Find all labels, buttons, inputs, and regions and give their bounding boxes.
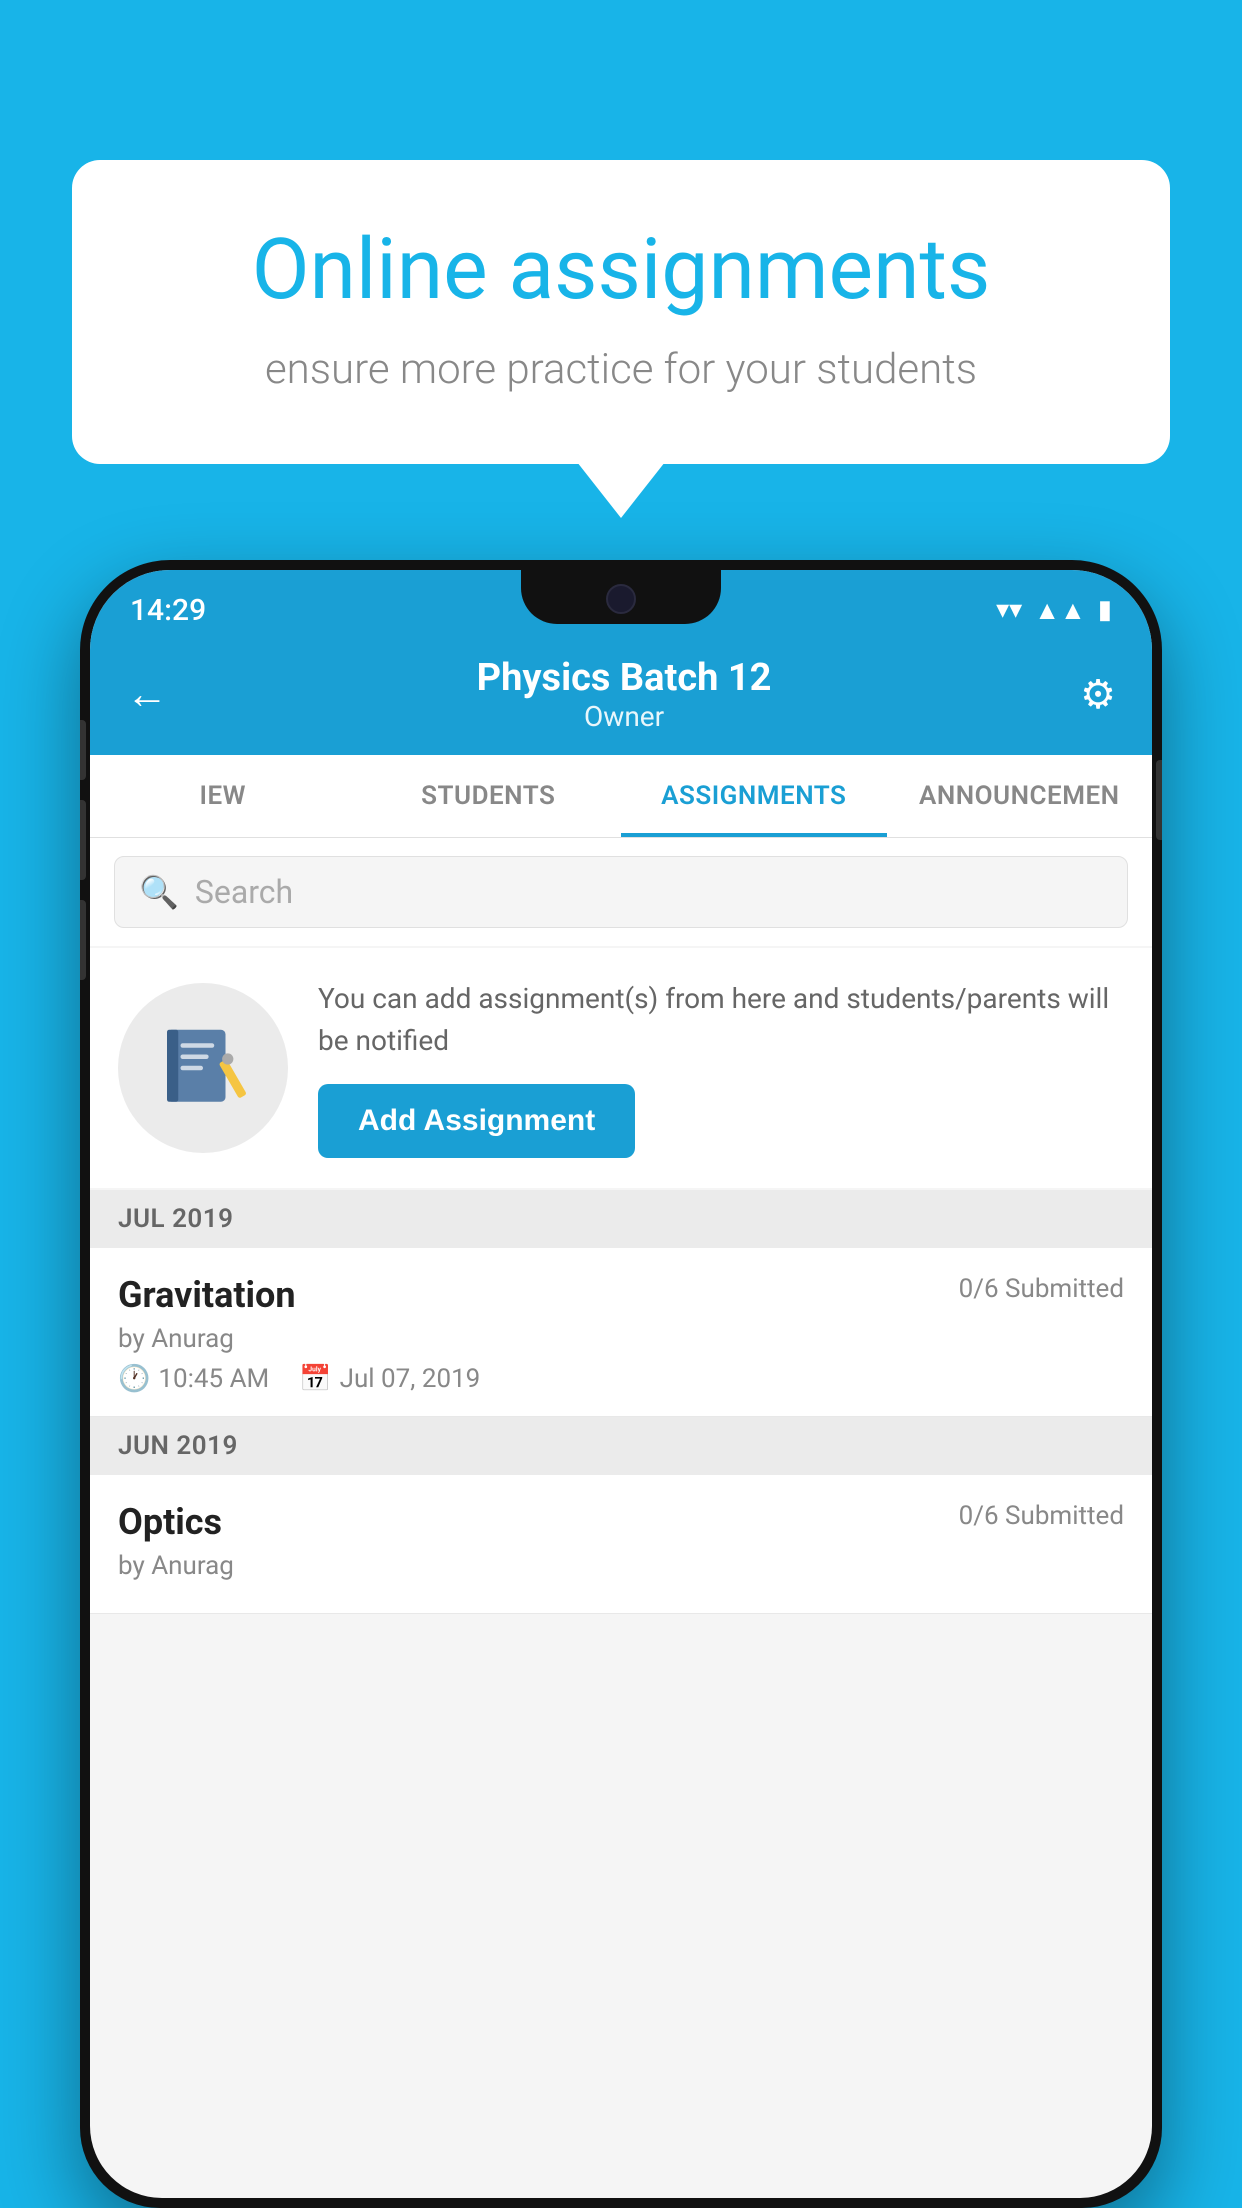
- search-container: 🔍 Search: [90, 838, 1152, 946]
- wifi-icon: ▾▾: [996, 595, 1022, 625]
- clock-icon: 🕐: [118, 1364, 150, 1394]
- add-assignment-section: You can add assignment(s) from here and …: [90, 948, 1152, 1188]
- speech-bubble: Online assignments ensure more practice …: [72, 160, 1170, 464]
- signal-icon: ▲▲: [1034, 595, 1085, 626]
- tab-assignments[interactable]: ASSIGNMENTS: [621, 755, 887, 837]
- meta-time: 🕐 10:45 AM: [118, 1364, 269, 1394]
- status-time: 14:29: [130, 593, 206, 628]
- assignment-item-optics[interactable]: Optics 0/6 Submitted by Anurag: [90, 1475, 1152, 1614]
- power-button: [1156, 760, 1162, 840]
- assignment-date: Jul 07, 2019: [340, 1364, 481, 1394]
- assignment-title-optics: Optics: [118, 1501, 222, 1543]
- assignment-author-optics: by Anurag: [118, 1551, 1124, 1581]
- phone-frame: 14:29 ▾▾ ▲▲ ▮ ← Physics Batch 12 Owner ⚙…: [80, 560, 1162, 2208]
- status-icons: ▾▾ ▲▲ ▮: [996, 595, 1112, 626]
- battery-icon: ▮: [1098, 595, 1112, 625]
- assignment-submitted-gravitation: 0/6 Submitted: [959, 1274, 1124, 1304]
- assignment-title-gravitation: Gravitation: [118, 1274, 296, 1316]
- search-placeholder: Search: [195, 873, 293, 911]
- front-camera: [606, 584, 636, 614]
- app-header: ← Physics Batch 12 Owner ⚙: [90, 638, 1152, 755]
- silent-button: [80, 900, 86, 980]
- batch-title: Physics Batch 12: [168, 656, 1080, 700]
- assignment-top-optics: Optics 0/6 Submitted: [118, 1501, 1124, 1543]
- assignment-meta-gravitation: 🕐 10:45 AM 📅 Jul 07, 2019: [118, 1364, 1124, 1394]
- tab-students[interactable]: STUDENTS: [356, 755, 622, 837]
- promo-title: Online assignments: [142, 220, 1100, 319]
- add-right: You can add assignment(s) from here and …: [318, 978, 1124, 1158]
- calendar-icon: 📅: [299, 1364, 331, 1394]
- section-header-jul: JUL 2019: [90, 1190, 1152, 1248]
- settings-button[interactable]: ⚙: [1080, 671, 1116, 718]
- volume-up-button: [80, 720, 86, 780]
- phone-notch: [521, 570, 721, 624]
- assignment-submitted-optics: 0/6 Submitted: [959, 1501, 1124, 1531]
- tabs-bar: IEW STUDENTS ASSIGNMENTS ANNOUNCEMEN: [90, 755, 1152, 838]
- back-button[interactable]: ←: [126, 670, 168, 719]
- assignment-author-gravitation: by Anurag: [118, 1324, 1124, 1354]
- header-center: Physics Batch 12 Owner: [168, 656, 1080, 733]
- volume-down-button: [80, 800, 86, 880]
- promo-subtitle: ensure more practice for your students: [142, 345, 1100, 394]
- assignment-top: Gravitation 0/6 Submitted: [118, 1274, 1124, 1316]
- meta-date: 📅 Jul 07, 2019: [299, 1364, 480, 1394]
- batch-role: Owner: [168, 700, 1080, 733]
- add-assignment-button[interactable]: Add Assignment: [318, 1084, 635, 1158]
- section-header-jun: JUN 2019: [90, 1417, 1152, 1475]
- promo-card: Online assignments ensure more practice …: [72, 160, 1170, 464]
- assignment-item-gravitation[interactable]: Gravitation 0/6 Submitted by Anurag 🕐 10…: [90, 1248, 1152, 1417]
- search-icon: 🔍: [139, 873, 179, 911]
- tab-overview[interactable]: IEW: [90, 755, 356, 837]
- notebook-icon-wrap: [118, 983, 288, 1153]
- tab-announcements[interactable]: ANNOUNCEMEN: [887, 755, 1153, 837]
- search-bar[interactable]: 🔍 Search: [114, 856, 1128, 928]
- add-description: You can add assignment(s) from here and …: [318, 978, 1124, 1062]
- phone-screen: 14:29 ▾▾ ▲▲ ▮ ← Physics Batch 12 Owner ⚙…: [90, 570, 1152, 2198]
- assignment-time: 10:45 AM: [158, 1364, 269, 1394]
- notebook-icon: [158, 1023, 248, 1113]
